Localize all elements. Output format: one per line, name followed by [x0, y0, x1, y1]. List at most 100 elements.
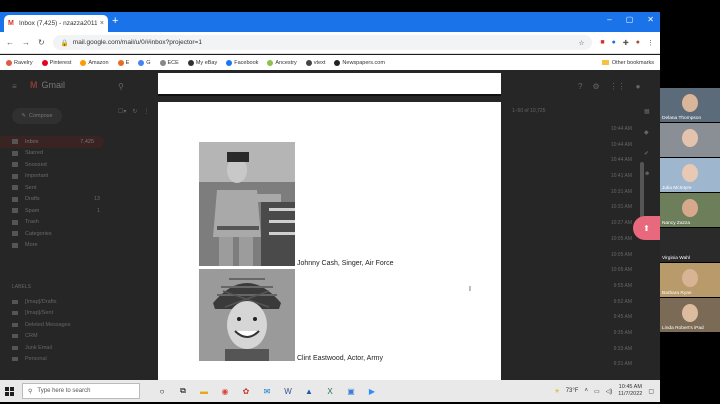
nav-label: Trash — [25, 219, 39, 226]
task-view-icon[interactable]: ⧉ — [177, 385, 189, 397]
label-item[interactable]: [Imap]/Drafts — [0, 296, 110, 308]
compose-button[interactable]: ✎ Compose — [12, 108, 62, 124]
clock[interactable]: 10:45 AM 11/7/2022 — [618, 384, 642, 398]
minimize-button[interactable]: – — [607, 15, 611, 24]
bookmark-item[interactable]: Pinterest — [41, 59, 71, 66]
label-item[interactable]: Junk Email — [0, 342, 110, 354]
bookmarks-bar: Ravelry Pinterest Amazon E G ECE My eBay Facebo… — [0, 55, 660, 70]
weather-icon[interactable]: ☀ — [554, 388, 559, 395]
help-icon[interactable]: ? — [578, 82, 582, 91]
start-button[interactable] — [0, 380, 18, 402]
extension-icon[interactable]: ■ — [600, 39, 604, 47]
sidebar-item-sent[interactable]: Sent — [0, 182, 110, 194]
bookmark-item[interactable]: ECE — [159, 59, 179, 66]
explorer-icon[interactable]: ▬ — [198, 385, 210, 397]
label-item[interactable]: Personal — [0, 354, 110, 366]
email-time: 9:55 AM — [613, 282, 632, 289]
mail-icon[interactable]: ✉ — [261, 385, 273, 397]
sidebar-item-more[interactable]: More — [0, 240, 110, 252]
participant-video — [682, 234, 698, 252]
notifications-icon[interactable]: ▢ — [648, 388, 654, 395]
tab-close-icon[interactable]: × — [100, 20, 104, 27]
weather-temp[interactable]: 73°F — [566, 388, 579, 394]
other-bookmarks[interactable]: Other bookmarks — [601, 60, 654, 66]
refresh-icon[interactable]: ↻ — [132, 108, 137, 115]
new-tab-button[interactable]: + — [112, 16, 118, 27]
network-icon[interactable]: ▭ — [594, 388, 600, 395]
bookmark-item[interactable]: G — [138, 59, 151, 66]
label-item[interactable]: CRM — [0, 331, 110, 343]
bookmark-item[interactable]: vtext — [305, 59, 325, 66]
participant-tile[interactable]: Virginia Wahl — [660, 228, 720, 262]
apps-grid-icon[interactable]: ⋮⋮ — [610, 82, 626, 91]
contacts-icon[interactable]: ☻ — [644, 171, 650, 177]
sidebar-item-snoozed[interactable]: Snoozed — [0, 159, 110, 171]
close-window-button[interactable]: ✕ — [647, 15, 654, 24]
calendar-icon[interactable]: ▦ — [644, 108, 650, 115]
bookmark-item[interactable]: Newspapers.com — [334, 59, 385, 66]
label-icon — [12, 357, 18, 362]
label-item[interactable]: Deleted Messages — [0, 319, 110, 331]
participant-tile[interactable] — [660, 123, 720, 157]
tasks-icon[interactable]: ✔ — [644, 150, 650, 157]
bookmark-item[interactable]: Ravelry — [6, 59, 33, 66]
participant-tile[interactable]: Linda Robert's iPad — [660, 298, 720, 332]
sidebar-item-drafts[interactable]: Drafts 13 — [0, 194, 110, 206]
bookmark-item[interactable]: E — [117, 59, 129, 66]
nav-label: Spam — [25, 207, 40, 214]
puzzle-icon[interactable]: ✚ — [623, 39, 629, 47]
extension-icon[interactable]: ● — [612, 39, 616, 47]
app-icon[interactable]: ✿ — [240, 385, 252, 397]
url-text[interactable]: mail.google.com/mail/u/0/#inbox?projecto… — [73, 39, 575, 46]
account-avatar[interactable]: ● — [636, 82, 641, 91]
taskbar-search[interactable]: ⚲ Type here to search — [22, 383, 140, 399]
keep-icon[interactable]: ◆ — [644, 129, 650, 136]
bookmark-star-icon[interactable]: ☆ — [579, 39, 585, 47]
bookmark-item[interactable]: Ancestry — [267, 59, 297, 66]
volume-icon[interactable]: ◁) — [606, 388, 613, 395]
bookmark-item[interactable]: My eBay — [187, 59, 217, 66]
excel-icon[interactable]: X — [324, 385, 336, 397]
chrome-icon[interactable]: ◉ — [219, 385, 231, 397]
tab-gmail-inbox[interactable]: M Inbox (7,425) - nzazza2011@gm... × — [4, 15, 108, 32]
word-icon[interactable]: W — [282, 385, 294, 397]
labels-heading: LABELS — [12, 284, 31, 290]
participant-video — [682, 199, 698, 217]
hamburger-menu-icon[interactable]: ≡ — [12, 82, 17, 91]
nav-label: Snoozed — [25, 161, 47, 168]
maximize-button[interactable]: ▢ — [626, 15, 634, 24]
bookmark-item[interactable]: Facebook — [226, 59, 258, 66]
participant-tile[interactable]: Barbara Ryan — [660, 263, 720, 297]
bookmark-favicon-icon — [305, 59, 312, 66]
menu-dots-icon[interactable]: ⋮ — [647, 39, 654, 47]
participant-tile[interactable]: Julia McIntyre — [660, 158, 720, 192]
zoom-share-button[interactable]: ⬆ — [633, 216, 660, 240]
sidebar-item-starred[interactable]: Starred — [0, 148, 110, 160]
forward-icon[interactable]: → — [22, 38, 30, 47]
participant-tile[interactable]: Delana Thompson — [660, 88, 720, 122]
bookmark-item[interactable]: Amazon — [80, 59, 109, 66]
cortana-icon[interactable]: ○ — [156, 385, 168, 397]
omnibox[interactable]: 🔒 mail.google.com/mail/u/0/#inbox?projec… — [52, 35, 593, 50]
select-checkbox[interactable]: ☐▾ — [118, 108, 126, 115]
tray-chevron-icon[interactable]: ˄ — [584, 388, 588, 394]
back-icon[interactable]: ← — [6, 38, 14, 47]
participant-tile[interactable]: Nancy Zazza — [660, 193, 720, 227]
windows-taskbar: ⚲ Type here to search ○ ⧉ ▬ ◉ ✿ ✉ W ▲ X … — [0, 380, 660, 402]
more-icon[interactable]: ⋮ — [143, 108, 149, 115]
sidebar-item-spam[interactable]: Spam 1 — [0, 205, 110, 217]
search-icon[interactable]: ⚲ — [118, 82, 124, 91]
reload-icon[interactable]: ↻ — [38, 38, 45, 47]
sidebar-item-inbox[interactable]: Inbox 7,425 — [0, 136, 104, 148]
photos-icon[interactable]: ▣ — [345, 385, 357, 397]
label-item[interactable]: [Imap]/Sent — [0, 308, 110, 320]
nav-icon — [12, 242, 18, 248]
gmail-logo[interactable]: M Gmail — [30, 80, 65, 90]
settings-gear-icon[interactable]: ⚙ — [592, 82, 599, 91]
zoom-icon[interactable]: ▶ — [366, 385, 378, 397]
sidebar-item-categories[interactable]: Categories — [0, 228, 110, 240]
sidebar-item-important[interactable]: Important — [0, 171, 110, 183]
sidebar-item-trash[interactable]: Trash — [0, 217, 110, 229]
app-icon[interactable]: ▲ — [303, 385, 315, 397]
profile-avatar[interactable]: ● — [636, 39, 640, 47]
